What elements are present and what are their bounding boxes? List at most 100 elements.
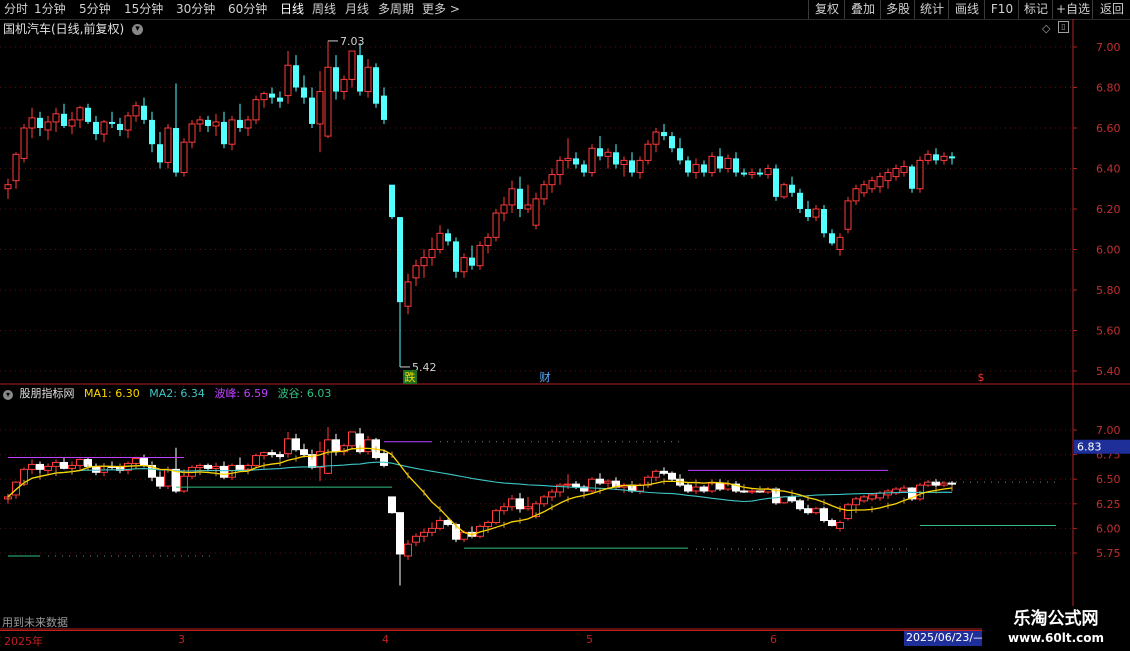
main-candle-body [381,95,387,120]
tab-monthly[interactable]: 月线 [345,0,369,19]
main-candle-body [157,144,163,163]
main-candle-body [364,66,372,93]
main-y-tick: 5.40 [1096,365,1121,378]
main-candle-body [900,165,908,174]
main-candle-body [508,188,516,206]
main-candle-body [20,127,28,159]
fuquan-button[interactable]: 复权 [808,0,845,19]
main-candle-body [844,200,852,230]
f10-button[interactable]: F10 [984,0,1019,19]
ind-candle-body [332,439,340,453]
tab-1min[interactable]: 1分钟 [34,0,66,19]
draw-line-button[interactable]: 画线 [948,0,985,19]
main-candle-body [701,164,707,173]
add-watchlist-button[interactable]: +自选 [1052,0,1093,19]
ind-candle-body [156,476,164,487]
ind-candle-body [748,490,756,493]
ind-candle-body [252,455,260,466]
main-y-tick: 6.20 [1096,203,1121,216]
ind-candle-body [28,463,36,470]
ind-candle-body [588,478,596,492]
ma2-label: MA2: 6.34 [149,387,205,400]
main-candle-body [237,119,243,128]
ind-candle-body [948,482,956,485]
tab-fenshi[interactable]: 分时 [4,0,28,19]
main-candle-body [620,159,628,165]
main-candle-body [829,233,835,244]
ind-y-tick: 6.25 [1096,498,1121,511]
mark-button[interactable]: 标记 [1018,0,1053,19]
main-candle-body [244,119,252,129]
main-candle-body [44,121,52,131]
ind-candle-body [716,482,724,490]
ind-candle-body [668,472,676,480]
overlay-button[interactable]: 叠加 [844,0,881,19]
multi-stock-button[interactable]: 多股 [880,0,915,19]
trough-label: 波谷: 6.03 [277,387,332,400]
tab-30min[interactable]: 30分钟 [176,0,215,19]
main-candle-body [573,158,579,165]
tab-daily[interactable]: 日线 [280,0,304,19]
ind-candle-body [268,452,276,456]
die-marker: 跌 [405,370,416,384]
ma1-label: MA1: 6.30 [84,387,140,400]
ind-candle-body [180,475,188,492]
main-candle-body [669,136,675,149]
main-candle-body [909,166,915,189]
main-candle-body [460,257,468,273]
ind-candle-body [36,463,44,470]
main-candle-body [924,153,932,161]
main-candle-body [548,174,556,186]
main-candle-body [420,257,428,267]
main-candle-body [588,147,596,174]
main-candle-body [228,119,236,145]
ind-candle-body [212,465,220,469]
main-candle-body [436,232,444,251]
main-candle-body [316,91,324,125]
main-candle-body [109,121,115,124]
chevron-down-icon[interactable]: ▾ [3,390,13,400]
main-candle-body [164,127,172,163]
tab-more[interactable]: 更多 > [422,0,460,19]
main-candle-body [492,212,500,238]
ind-candle-body [44,465,52,471]
main-candle-body [733,158,739,173]
main-candle-body [221,121,227,145]
ind-candle-body [292,438,300,451]
ind-candle-body [76,459,84,466]
main-candle-body [629,160,635,173]
main-candle-body [469,257,475,266]
kline-chart-area[interactable]: 7.00 6.80 6.60 6.40 6.20 6.00 5.80 5.60 5.40 7.00… [0,19,1130,630]
main-candle-body [453,241,459,272]
main-candle-body [333,67,339,92]
ind-candle-body [444,520,452,525]
main-candle-body [309,97,315,124]
main-candle-body [717,156,723,169]
tab-15min[interactable]: 15分钟 [124,0,163,19]
main-candle-body [884,172,892,182]
main-candle-body [789,184,795,193]
main-candle-body [293,65,299,88]
ind-candle-body [404,543,412,557]
main-candle-body [685,160,691,173]
stats-button[interactable]: 统计 [914,0,949,19]
tab-weekly[interactable]: 周线 [312,0,336,19]
current-price-label: 6.83 [1077,441,1102,454]
tab-5min[interactable]: 5分钟 [79,0,111,19]
ind-candle-body [828,520,836,526]
main-candle-body [149,119,155,145]
tab-multi-period[interactable]: 多周期 [378,0,414,19]
ind-candle-body [276,454,284,458]
ind-candle-body [428,527,436,533]
ind-candle-body [740,490,748,493]
main-candle-body [661,132,667,137]
main-candle-body [397,217,403,303]
back-button[interactable]: 返回 [1092,0,1130,19]
tab-60min[interactable]: 60分钟 [228,0,267,19]
main-candle-body [188,123,196,143]
main-candle-body [532,198,540,226]
main-candle-body [724,157,732,169]
ind-candle-body [684,484,692,492]
ind-candle-body [852,498,860,506]
main-candle-body [269,93,275,98]
